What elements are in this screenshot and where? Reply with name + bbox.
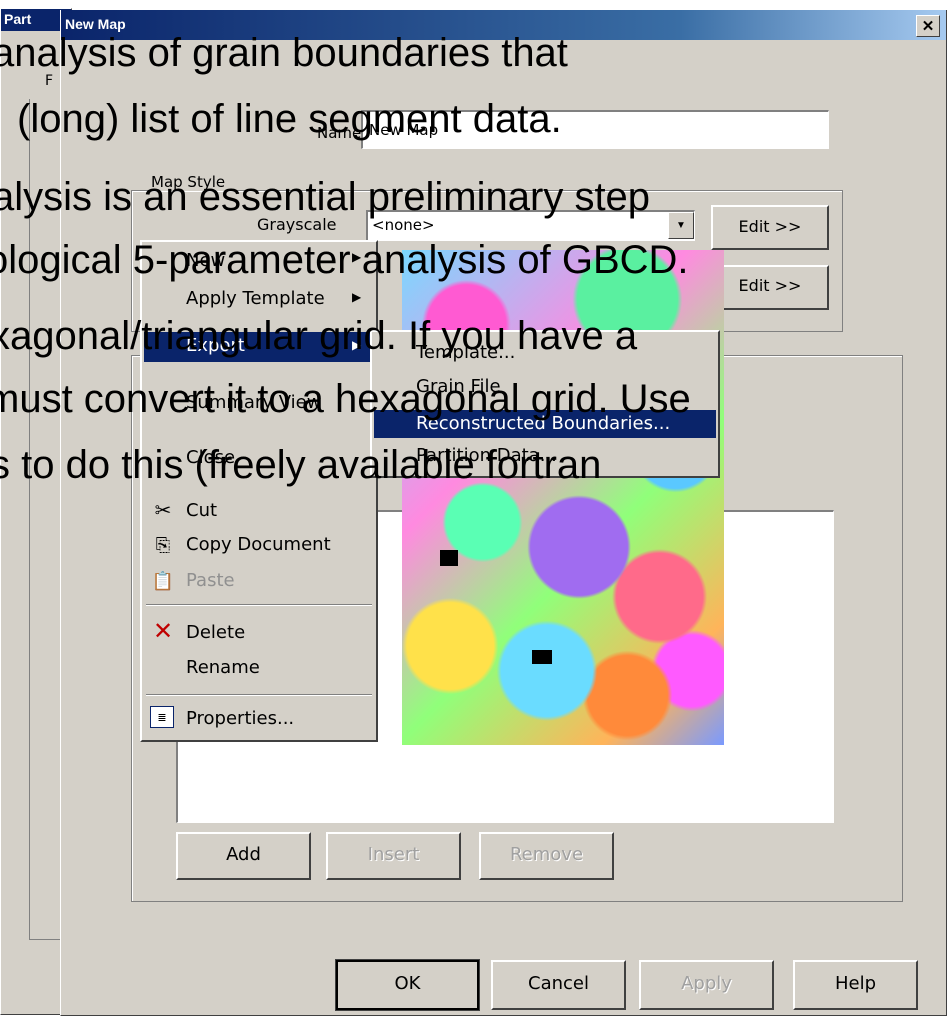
submenu-arrow-icon: ▶ [352,290,362,304]
close-button[interactable]: ✕ [916,15,940,37]
slide-text-line-7: s to do this (freely available fortran [0,443,602,487]
help-button[interactable]: Help [793,960,918,1010]
menu-item-properties[interactable]: Properties... [186,708,294,729]
slide-text-line-5: xagonal/triangular grid. If you have a [0,314,638,358]
insert-button[interactable]: Insert [326,832,461,880]
slide-text-line-1: analysis of grain boundaries that [0,31,568,75]
delete-x-icon: ✕ [152,617,174,645]
slide-text-line-2: (long) list of line segment data. [17,97,562,141]
paste-icon: 📋 [151,570,175,591]
menu-item-delete[interactable]: Delete [186,622,245,643]
menu-item-cut[interactable]: Cut [186,500,217,521]
slide-text-line-4: ological 5-parameter analysis of GBCD. [0,238,689,282]
cancel-button[interactable]: Cancel [491,960,626,1010]
grain-map-dark-spot [440,550,458,566]
menu-item-paste[interactable]: Paste [186,570,235,591]
remove-button[interactable]: Remove [479,832,614,880]
slide-text-line-6: must convert it to a hexagonal grid. Use [0,377,691,421]
ok-button[interactable]: OK [335,959,480,1011]
grayscale-dropdown-arrow[interactable]: ▼ [668,212,694,239]
chevron-down-icon: ▼ [676,220,686,231]
background-dialog-title: Part [4,11,32,27]
menu-item-copy-document[interactable]: Copy Document [186,534,331,555]
menu-separator [146,694,372,696]
close-icon: ✕ [921,17,935,35]
scissors-icon: ✂ [154,499,172,522]
menu-separator [146,604,372,606]
apply-button[interactable]: Apply [639,960,774,1010]
copy-icon: ⎘ [155,534,171,555]
slide-text-line-3: alysis is an essential preliminary step [0,175,651,219]
menu-item-rename[interactable]: Rename [186,657,260,678]
add-button[interactable]: Add [176,832,311,880]
properties-icon: ≣ [150,706,174,728]
menu-item-apply-template[interactable]: Apply Template [186,288,325,309]
grain-map-dark-spot [532,650,552,664]
edit-button-1[interactable]: Edit >> [711,205,829,250]
edit-button-2[interactable]: Edit >> [711,265,829,310]
